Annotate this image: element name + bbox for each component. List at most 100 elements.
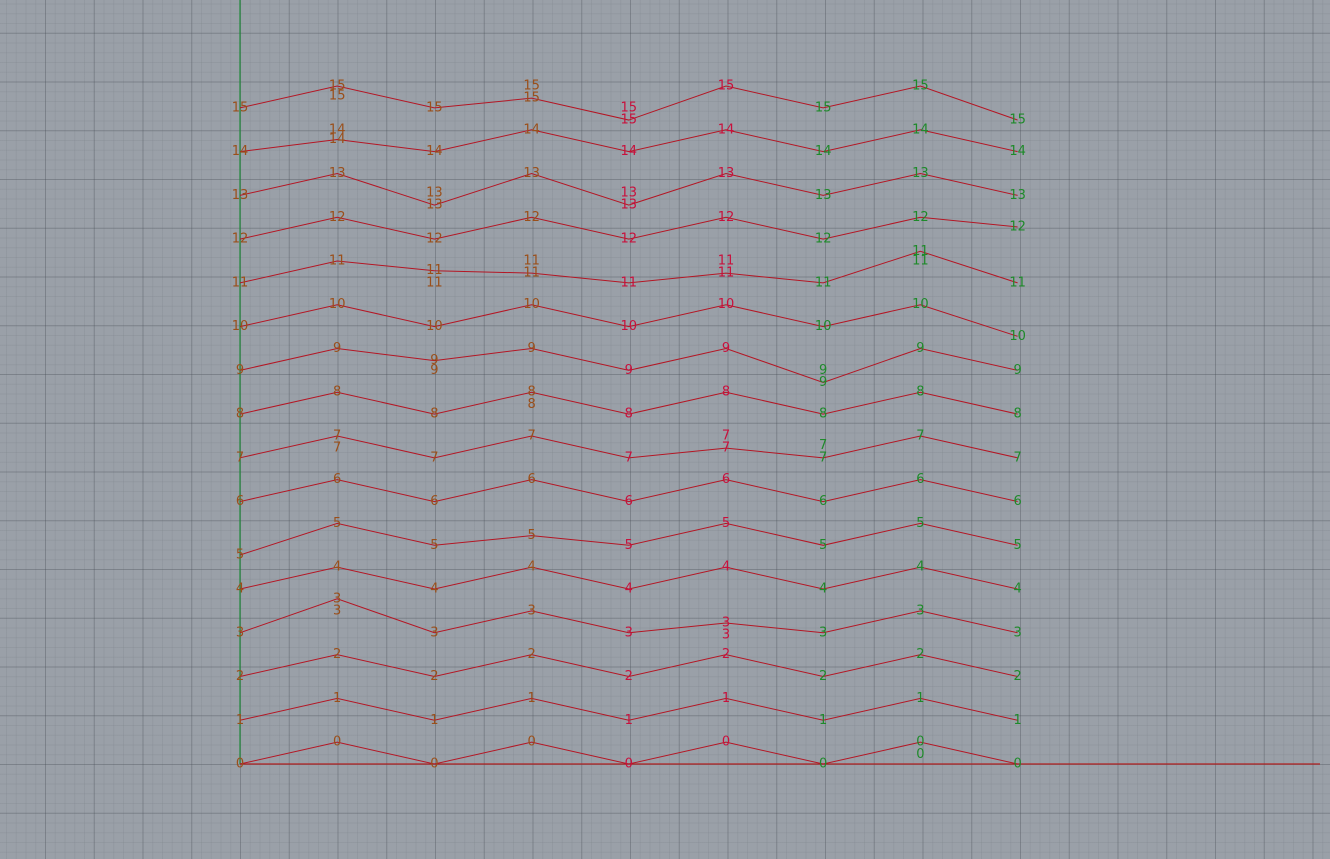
point-label-7-0: 7	[236, 450, 244, 465]
point-label-0-0: 0	[236, 757, 244, 772]
point-label-15-6: 15	[815, 100, 832, 115]
point-label-3-4: 3	[625, 625, 633, 640]
point-label-15-8: 15	[1009, 113, 1026, 128]
point-label-9-1: 9	[333, 341, 341, 356]
point-label-6-5: 6	[722, 472, 730, 487]
point-label-11-6: 11	[815, 275, 832, 290]
point-label-1-7: 1	[916, 691, 924, 706]
point-label-7-4: 7	[625, 450, 633, 465]
point-label-8-8: 8	[1013, 407, 1021, 422]
point-label-10-0: 10	[232, 319, 249, 334]
point-label-1-4: 1	[625, 713, 633, 728]
point-label-1-0: 1	[236, 713, 244, 728]
point-label-11-1: 11	[329, 253, 346, 268]
point-label-3-extra-1: 3	[722, 628, 730, 643]
point-label-0-4: 0	[625, 757, 633, 772]
point-label-3-3: 3	[527, 603, 535, 618]
point-label-5-1: 5	[333, 516, 341, 531]
point-label-1-5: 1	[722, 691, 730, 706]
point-label-14-2: 14	[426, 144, 443, 159]
point-label-0-5: 0	[722, 735, 730, 750]
point-label-12-2: 12	[426, 232, 443, 247]
point-label-3-8: 3	[1013, 625, 1021, 640]
point-label-2-3: 2	[527, 647, 535, 662]
point-label-12-1: 12	[329, 210, 346, 225]
point-label-15-2: 15	[426, 100, 443, 115]
point-label-13-0: 13	[232, 188, 249, 203]
point-label-14-0: 14	[232, 144, 249, 159]
point-label-9-3: 9	[527, 341, 535, 356]
point-label-0-1: 0	[333, 735, 341, 750]
point-label-14-6: 14	[815, 144, 832, 159]
point-label-11-4: 11	[621, 275, 638, 290]
point-label-4-6: 4	[819, 582, 827, 597]
point-label-14-extra-0: 14	[329, 122, 346, 137]
point-label-13-7: 13	[912, 166, 929, 181]
point-label-6-8: 6	[1013, 494, 1021, 509]
point-label-13-extra-1: 13	[621, 185, 638, 200]
point-label-8-5: 8	[722, 385, 730, 400]
point-label-14-8: 14	[1009, 144, 1026, 159]
point-label-0-8: 0	[1013, 757, 1021, 772]
point-label-6-0: 6	[236, 494, 244, 509]
point-label-8-4: 8	[625, 407, 633, 422]
point-label-0-extra-0: 0	[916, 747, 924, 762]
point-label-8-0: 8	[236, 407, 244, 422]
point-label-7-3: 7	[527, 428, 535, 443]
point-label-11-extra-0: 11	[426, 275, 443, 290]
point-labels-layer: 0000000000111111111222222222333333333334…	[232, 79, 1026, 772]
point-label-7-7: 7	[916, 428, 924, 443]
rhino-top-viewport[interactable]: 0000000000111111111222222222333333333334…	[0, 0, 1330, 859]
point-label-0-2: 0	[430, 757, 438, 772]
point-label-3-0: 3	[236, 625, 244, 640]
point-label-3-extra-0: 3	[333, 603, 341, 618]
point-label-13-extra-0: 13	[426, 185, 443, 200]
point-label-12-7: 12	[912, 210, 929, 225]
point-label-11-extra-2: 11	[718, 253, 735, 268]
point-label-4-4: 4	[625, 582, 633, 597]
point-label-14-7: 14	[912, 122, 929, 137]
point-label-14-3: 14	[523, 122, 540, 137]
point-label-14-4: 14	[621, 144, 638, 159]
point-label-4-8: 4	[1013, 582, 1021, 597]
point-label-5-4: 5	[625, 538, 633, 553]
point-label-2-8: 2	[1013, 669, 1021, 684]
point-label-10-4: 10	[621, 319, 638, 334]
point-label-2-0: 2	[236, 669, 244, 684]
point-label-2-2: 2	[430, 669, 438, 684]
point-label-4-2: 4	[430, 582, 438, 597]
viewport-canvas[interactable]: 0000000000111111111222222222333333333334…	[0, 0, 1330, 859]
point-label-10-3: 10	[523, 297, 540, 312]
point-label-15-7: 15	[912, 79, 929, 94]
point-label-8-1: 8	[333, 385, 341, 400]
point-label-11-0: 11	[232, 275, 249, 290]
point-label-9-5: 9	[722, 341, 730, 356]
point-label-12-3: 12	[523, 210, 540, 225]
point-label-13-1: 13	[329, 166, 346, 181]
point-label-8-extra-0: 8	[527, 397, 535, 412]
point-label-5-3: 5	[527, 528, 535, 543]
point-label-1-3: 1	[527, 691, 535, 706]
point-label-7-extra-0: 7	[333, 441, 341, 456]
point-label-9-4: 9	[625, 363, 633, 378]
point-label-2-4: 2	[625, 669, 633, 684]
point-label-14-5: 14	[718, 122, 735, 137]
point-label-10-8: 10	[1009, 329, 1026, 344]
point-label-10-6: 10	[815, 319, 832, 334]
point-label-8-6: 8	[819, 407, 827, 422]
point-label-1-1: 1	[333, 691, 341, 706]
point-label-6-1: 6	[333, 472, 341, 487]
point-label-12-5: 12	[718, 210, 735, 225]
point-label-15-0: 15	[232, 100, 249, 115]
point-label-5-2: 5	[430, 538, 438, 553]
point-label-5-8: 5	[1013, 538, 1021, 553]
point-label-12-0: 12	[232, 232, 249, 247]
point-label-5-0: 5	[236, 548, 244, 563]
point-label-13-5: 13	[718, 166, 735, 181]
point-label-5-6: 5	[819, 538, 827, 553]
point-label-10-1: 10	[329, 297, 346, 312]
point-label-8-2: 8	[430, 407, 438, 422]
point-label-6-4: 6	[625, 494, 633, 509]
point-label-7-extra-2: 7	[819, 438, 827, 453]
point-label-4-5: 4	[722, 560, 730, 575]
